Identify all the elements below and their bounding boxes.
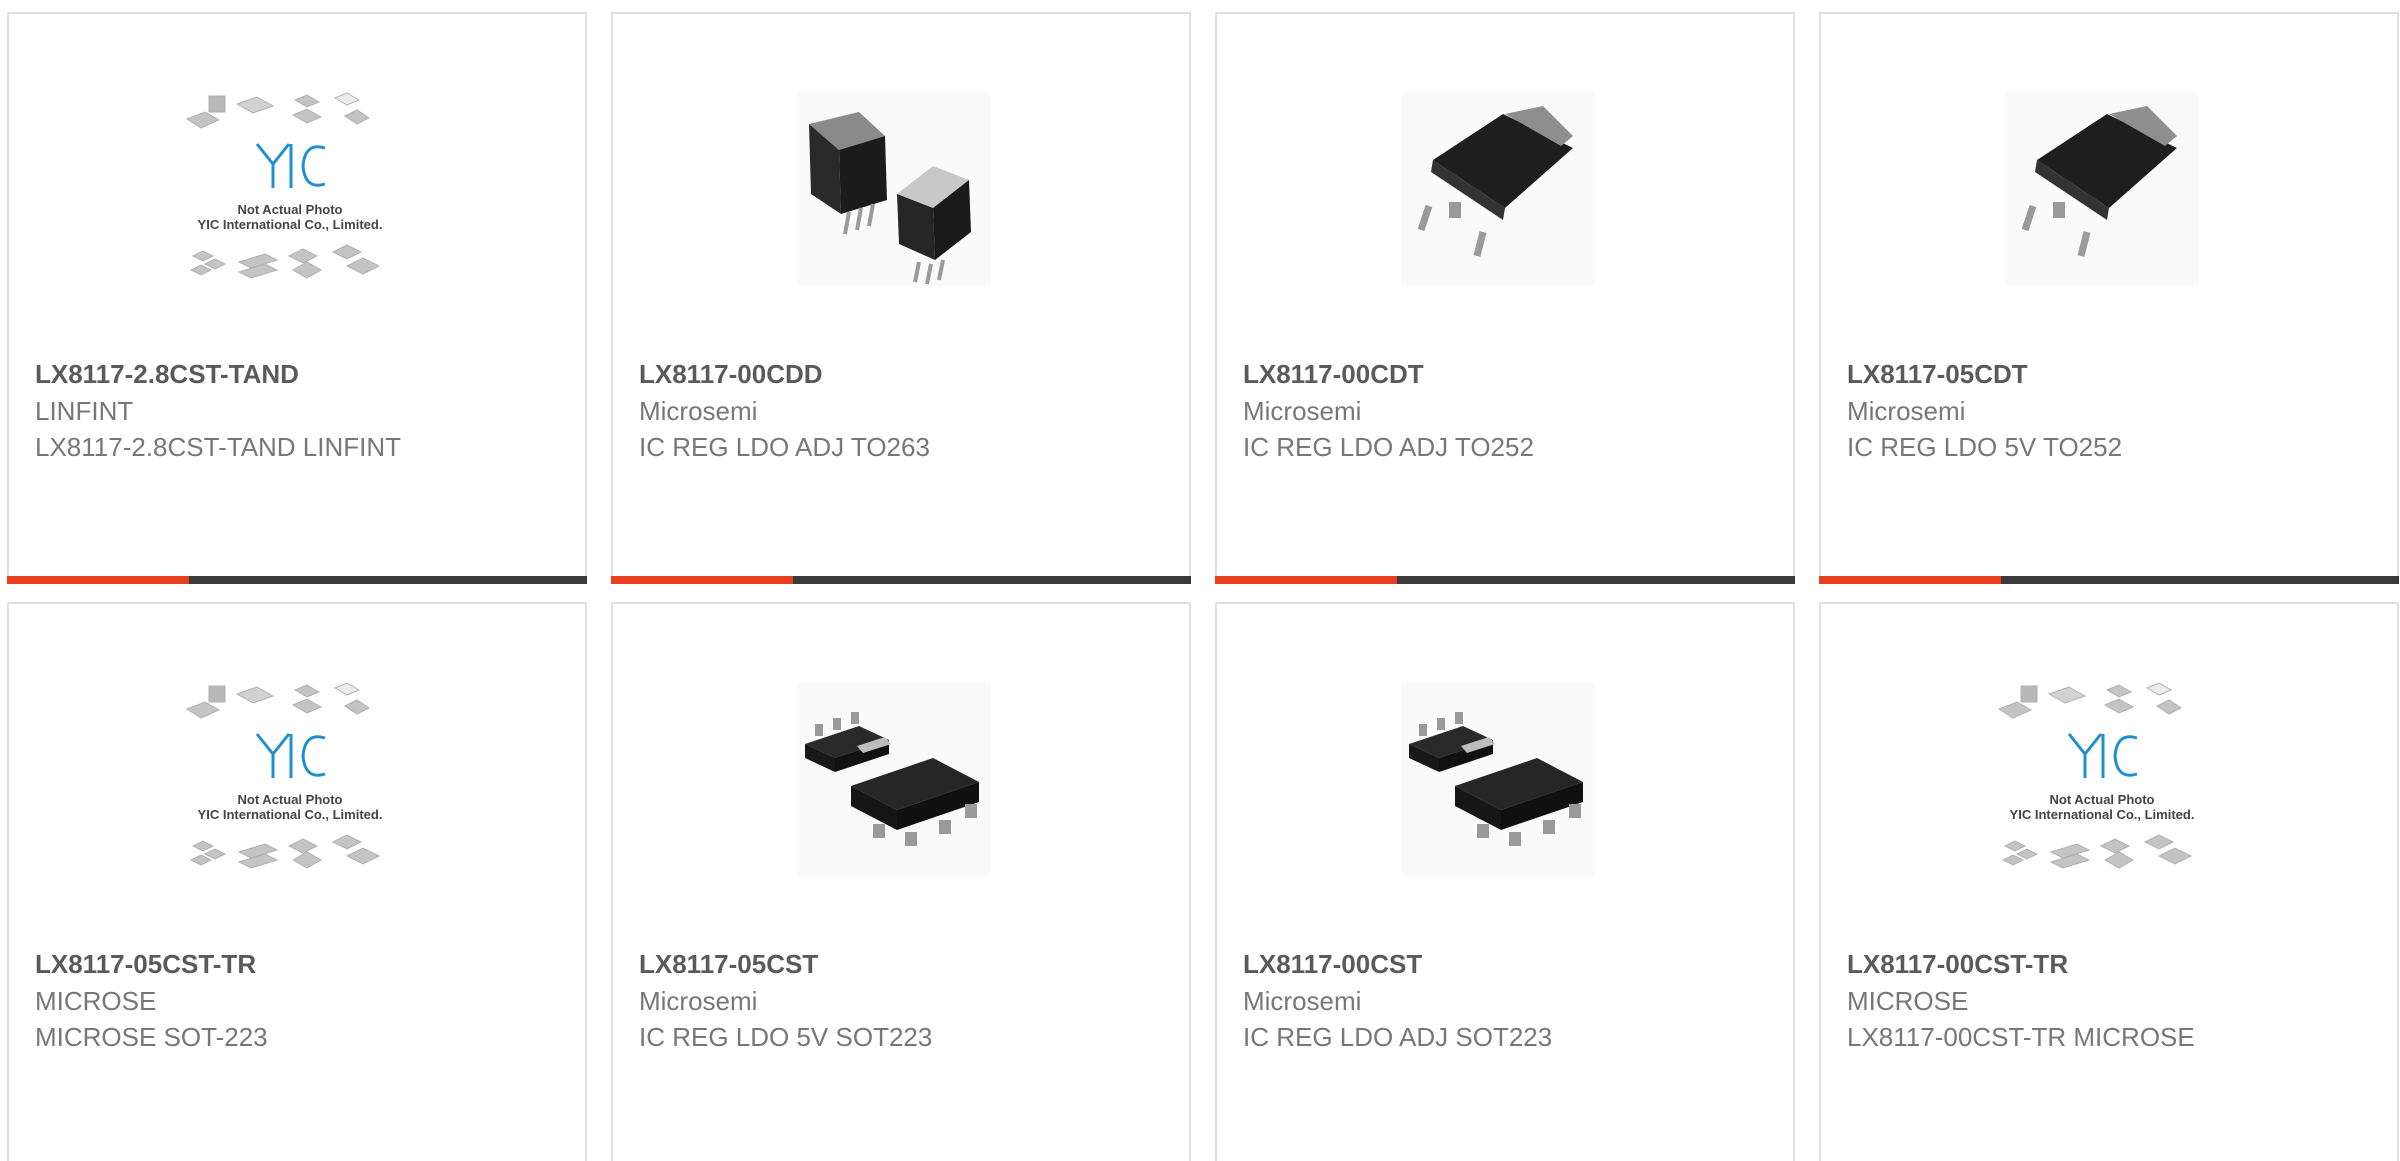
manufacturer: Microsemi [639, 396, 758, 426]
product-card[interactable]: Not Actual Photo YIC International Co., … [7, 12, 587, 584]
svg-text:YIC International Co., Limited: YIC International Co., Limited. [198, 807, 383, 822]
manufacturer: MICROSE [1847, 986, 1969, 1016]
sot223-package-icon [797, 682, 991, 876]
to263-package-icon [797, 92, 991, 286]
manufacturer: Microsemi [1243, 396, 1362, 426]
svg-text:Not Actual Photo: Not Actual Photo [2050, 792, 2155, 807]
product-card[interactable]: Not Actual Photo YIC International Co., … [7, 602, 587, 1161]
product-card[interactable]: Not Actual Photo YIC International Co., … [1819, 602, 2399, 1161]
card-footer-accent [611, 576, 793, 584]
part-number[interactable]: LX8117-00CST-TR [1847, 949, 2068, 980]
description: IC REG LDO 5V TO252 [1847, 432, 2123, 462]
placeholder-photo-icon: Not Actual Photo YIC International Co., … [1997, 682, 2195, 869]
card-footer-bar [1819, 576, 2399, 584]
product-card[interactable]: LX8117-00CDT Microsemi IC REG LDO ADJ TO… [1215, 12, 1795, 584]
placeholder-photo-icon: Not Actual Photo YIC International Co., … [185, 682, 383, 869]
card-footer-accent [1215, 576, 1397, 584]
svg-text:YIC International Co., Limited: YIC International Co., Limited. [198, 217, 383, 232]
card-footer-accent [7, 576, 189, 584]
part-number[interactable]: LX8117-05CST-TR [35, 949, 256, 980]
svg-text:YIC International Co., Limited: YIC International Co., Limited. [2010, 807, 2195, 822]
part-number[interactable]: LX8117-05CST [639, 949, 818, 980]
product-card[interactable]: LX8117-05CST Microsemi IC REG LDO 5V SOT… [611, 602, 1191, 1161]
description: IC REG LDO ADJ TO252 [1243, 432, 1534, 462]
card-footer-bar [1215, 576, 1795, 584]
product-card[interactable]: LX8117-00CST Microsemi IC REG LDO ADJ SO… [1215, 602, 1795, 1161]
description: LX8117-00CST-TR MICROSE [1847, 1022, 2195, 1052]
sot223-package-icon [1401, 682, 1595, 876]
product-card[interactable]: LX8117-05CDT Microsemi IC REG LDO 5V TO2… [1819, 12, 2399, 584]
description: LX8117-2.8CST-TAND LINFINT [35, 432, 402, 462]
part-number[interactable]: LX8117-00CST [1243, 949, 1422, 980]
svg-text:Not Actual Photo: Not Actual Photo [238, 202, 343, 217]
part-number[interactable]: LX8117-2.8CST-TAND [35, 359, 299, 390]
description: MICROSE SOT-223 [35, 1022, 268, 1052]
svg-text:Not Actual Photo: Not Actual Photo [238, 792, 343, 807]
manufacturer: MICROSE [35, 986, 157, 1016]
manufacturer: LINFINT [35, 396, 134, 426]
card-footer-accent [1819, 576, 2001, 584]
to252-package-icon [2005, 92, 2199, 286]
description: IC REG LDO 5V SOT223 [639, 1022, 933, 1052]
product-grid: Not Actual Photo YIC International Co., … [0, 0, 2400, 1161]
part-number[interactable]: LX8117-05CDT [1847, 359, 2028, 390]
placeholder-photo-icon: Not Actual Photo YIC International Co., … [185, 92, 383, 279]
part-number[interactable]: LX8117-00CDT [1243, 359, 1424, 390]
manufacturer: Microsemi [1243, 986, 1362, 1016]
card-footer-bar [7, 576, 587, 584]
to252-package-icon [1401, 92, 1595, 286]
manufacturer: Microsemi [639, 986, 758, 1016]
card-footer-bar [611, 576, 1191, 584]
product-card[interactable]: LX8117-00CDD Microsemi IC REG LDO ADJ TO… [611, 12, 1191, 584]
manufacturer: Microsemi [1847, 396, 1966, 426]
description: IC REG LDO ADJ TO263 [639, 432, 930, 462]
part-number[interactable]: LX8117-00CDD [639, 359, 823, 390]
description: IC REG LDO ADJ SOT223 [1243, 1022, 1553, 1052]
